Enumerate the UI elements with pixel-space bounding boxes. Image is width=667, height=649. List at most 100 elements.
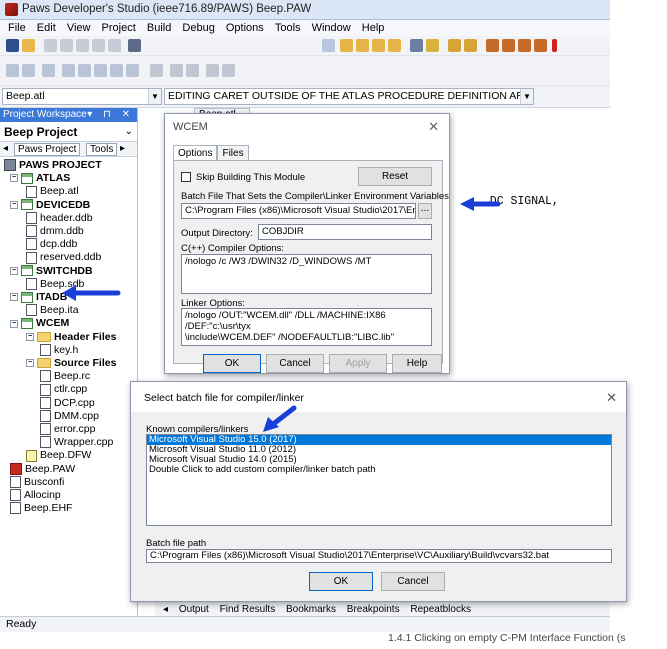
tab-output[interactable]: Output (179, 602, 209, 617)
indent-icon[interactable] (6, 64, 19, 77)
tool-c-icon[interactable] (518, 39, 531, 52)
tree-item[interactable]: Busconfi (10, 476, 64, 489)
clear-icon[interactable] (222, 64, 235, 77)
file-combo[interactable]: Beep.atl ▼ (2, 88, 162, 105)
tree-item[interactable]: Allocinp (10, 489, 61, 502)
hand-icon[interactable] (170, 64, 183, 77)
tree-item[interactable]: Beep.ita (26, 304, 79, 317)
collapse-icon[interactable]: − (10, 174, 18, 183)
menu-view[interactable]: View (67, 20, 91, 36)
execute-icon[interactable] (552, 39, 557, 52)
tab-repeatblocks[interactable]: Repeatblocks (410, 602, 471, 617)
window-cascade-icon[interactable] (464, 39, 477, 52)
compiler-list[interactable]: Microsoft Visual Studio 15.0 (2017) Micro… (146, 434, 612, 526)
output-tab-scroll-icon[interactable]: ◂ (163, 602, 168, 617)
copy-icon[interactable] (60, 39, 73, 52)
tab-find-results[interactable]: Find Results (220, 602, 276, 617)
debug-window-icon[interactable] (206, 64, 219, 77)
tree-item[interactable]: − ATLAS (10, 172, 70, 185)
apply-button[interactable]: Apply (329, 354, 387, 373)
tree-item[interactable]: Beep.PAW (10, 463, 75, 476)
chevron-down-icon[interactable]: ⌄ (125, 122, 133, 142)
close-icon[interactable]: ✕ (428, 119, 439, 135)
ok-button[interactable]: OK (309, 572, 373, 591)
menu-project[interactable]: Project (102, 20, 136, 36)
tool-d-icon[interactable] (534, 39, 547, 52)
batch-path-input[interactable]: C:\Program Files (x86)\Microsoft Visual … (146, 549, 612, 563)
tree-item[interactable]: Beep.DFW (26, 449, 91, 462)
output-directory-input[interactable]: COBJDIR (258, 224, 432, 240)
help-button[interactable]: Help (392, 354, 442, 373)
chevron-down-icon[interactable]: ▼ (520, 89, 533, 104)
build-icon[interactable] (322, 39, 335, 52)
bookmark-next-icon[interactable] (372, 39, 385, 52)
cancel-button[interactable]: Cancel (381, 572, 445, 591)
help-icon[interactable] (426, 39, 439, 52)
compile-icon[interactable] (340, 39, 353, 52)
tree-item[interactable]: − WCEM (10, 317, 69, 330)
tab-bookmarks[interactable]: Bookmarks (286, 602, 336, 617)
format-icon[interactable] (42, 64, 55, 77)
message-combo[interactable]: EDITING CARET OUTSIDE OF THE ATLAS PROCE… (164, 88, 534, 105)
tree-item[interactable]: Wrapper.cpp (40, 436, 113, 449)
tab-scroll-left-icon[interactable]: ◂ (3, 143, 8, 154)
tab-options[interactable]: Options (173, 145, 218, 161)
breakpoint-icon[interactable] (186, 64, 199, 77)
chevron-down-icon[interactable]: ▼ (148, 89, 161, 104)
browse-button[interactable]: ... (418, 203, 432, 219)
tree-item[interactable]: key.h (40, 344, 78, 357)
bookmark-icon[interactable] (356, 39, 369, 52)
collapse-icon[interactable]: − (10, 293, 18, 302)
tree-item[interactable]: DCP.cpp (40, 397, 95, 410)
outdent-icon[interactable] (22, 64, 35, 77)
menu-help[interactable]: Help (362, 20, 385, 36)
tree-item[interactable]: − Header Files (26, 331, 116, 344)
tool-a-icon[interactable] (486, 39, 499, 52)
find-icon[interactable] (128, 39, 141, 52)
collapse-icon[interactable]: − (10, 266, 18, 275)
tree-item[interactable]: Beep.rc (40, 370, 90, 383)
menu-window[interactable]: Window (312, 20, 351, 36)
undo-icon[interactable] (92, 39, 105, 52)
tree-item[interactable]: error.cpp (40, 423, 95, 436)
tree-item[interactable]: − SWITCHDB (10, 265, 93, 278)
tab-paws-project[interactable]: Paws Project (14, 143, 81, 156)
stop-icon[interactable] (150, 64, 163, 77)
collapse-icon[interactable]: − (10, 200, 18, 209)
tab-breakpoints[interactable]: Breakpoints (347, 602, 400, 617)
collapse-icon[interactable]: − (26, 332, 34, 341)
new-file-icon[interactable] (6, 39, 19, 52)
menu-file[interactable]: File (8, 20, 26, 36)
tree-item[interactable]: DMM.cpp (40, 410, 99, 423)
tab-files[interactable]: Files (217, 145, 249, 161)
run-to-cursor-icon[interactable] (110, 64, 123, 77)
menu-options[interactable]: Options (226, 20, 264, 36)
tree-item[interactable]: Beep.atl (26, 185, 79, 198)
tool-b-icon[interactable] (502, 39, 515, 52)
print-icon[interactable] (410, 39, 423, 52)
tree-item[interactable]: − DEVICEDB (10, 199, 90, 212)
window-tile-icon[interactable] (448, 39, 461, 52)
close-icon[interactable]: ✕ (606, 390, 617, 406)
batch-file-input[interactable]: C:\Program Files (x86)\Microsoft Visual … (181, 203, 416, 219)
bookmark-prev-icon[interactable] (388, 39, 401, 52)
tree-item[interactable]: ctlr.cpp (40, 383, 87, 396)
tree-item[interactable]: dcp.ddb (26, 238, 77, 251)
tree-item[interactable]: − ITADB (10, 291, 67, 304)
tab-scroll-right-icon[interactable]: ▸ (120, 143, 125, 154)
step-into-icon[interactable] (62, 64, 75, 77)
menu-tools[interactable]: Tools (275, 20, 301, 36)
tab-tools[interactable]: Tools (86, 143, 118, 156)
skip-build-checkbox[interactable] (181, 172, 191, 182)
menu-build[interactable]: Build (147, 20, 171, 36)
collapse-icon[interactable]: − (10, 319, 18, 328)
cancel-button[interactable]: Cancel (266, 354, 324, 373)
tree-item[interactable]: dmm.ddb (26, 225, 84, 238)
watch-icon[interactable] (126, 64, 139, 77)
tree-item[interactable]: header.ddb (26, 212, 93, 225)
tree-item[interactable]: − Source Files (26, 357, 116, 370)
step-over-icon[interactable] (78, 64, 91, 77)
tree-item[interactable]: reserved.ddb (26, 251, 101, 264)
open-file-icon[interactable] (22, 39, 35, 52)
step-out-icon[interactable] (94, 64, 107, 77)
